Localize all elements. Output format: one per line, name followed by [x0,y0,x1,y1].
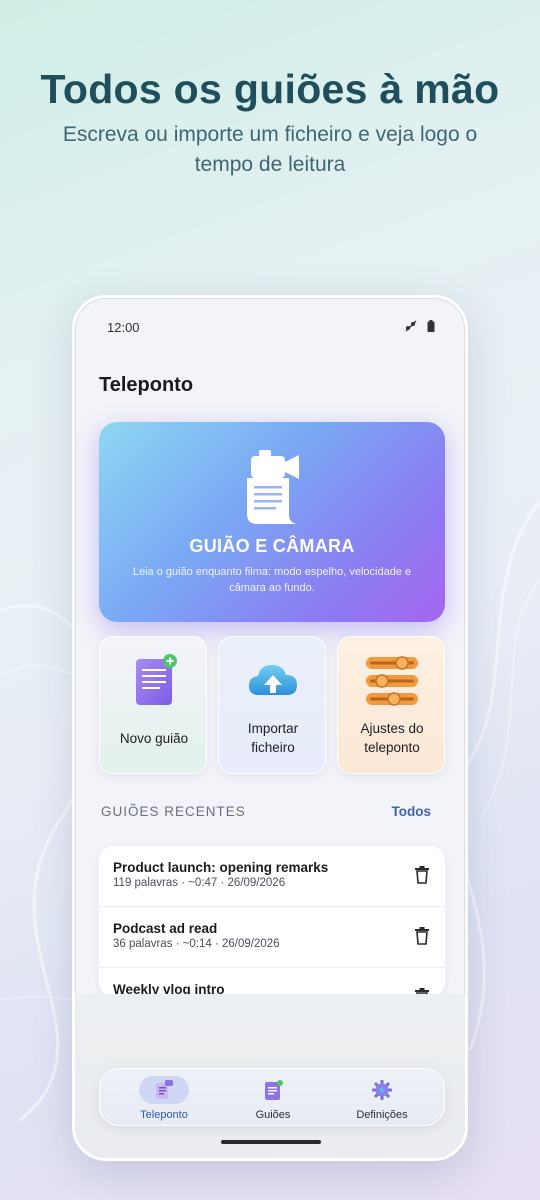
nav-scripts[interactable]: Guiões [223,1073,323,1123]
app-title: Teleponto [99,374,194,396]
list-item[interactable]: Podcast ad read 36 palavras · ~0:14 · 26… [99,907,445,968]
hero-description: Leia o guião enquanto filma: modo espelh… [132,566,412,594]
trash-icon[interactable] [415,927,429,945]
promo-subheadline: Escreva ou importe um ficheiro e veja lo… [62,123,478,176]
status-bar: 12:00 [107,320,435,338]
phone-frame: 12:00 Teleponto GUIÃO E CÂMARA Leia o gu… [72,295,468,1161]
script-meta: 36 palavras · ~0:14 · 26/09/2026 [113,938,280,950]
teleprompter-icon [156,1080,173,1099]
quick-actions: Novo guião Importar ficheiro Ajustes do … [99,636,445,774]
script-and-camera-card[interactable]: GUIÃO E CÂMARA Leia o guião enquanto fil… [99,422,445,622]
nav-teleprompter-label: Teleponto [140,1109,188,1121]
list-item[interactable]: Weekly vlog intro [99,968,445,996]
nav-settings[interactable]: Definições [332,1073,432,1123]
status-icons [405,320,435,332]
bottom-navigation: Teleponto Guiões Definições [99,1068,445,1126]
script-title: Podcast ad read [113,921,218,936]
status-time: 12:00 [107,320,140,335]
gear-icon [372,1080,392,1100]
battery-icon [427,320,435,332]
teleprompter-settings-label: Ajustes do teleponto [360,721,424,755]
nav-scripts-label: Guiões [255,1109,291,1121]
list-item[interactable]: Product launch: opening remarks 119 pala… [99,846,445,907]
new-script-icon [136,654,177,705]
promo-headline: Todos os guiões à mão [40,66,500,112]
scripts-icon [265,1080,283,1100]
trash-icon[interactable] [415,866,429,884]
signal-icon [405,320,417,332]
import-file-tile[interactable]: Importar ficheiro [218,636,326,774]
script-title: Product launch: opening remarks [113,860,329,875]
hero-title: GUIÃO E CÂMARA [189,536,355,556]
script-camera-icon [247,450,299,524]
sliders-icon [366,656,418,706]
script-meta: 119 palavras · ~0:47 · 26/09/2026 [113,877,286,889]
recent-scripts-list: Product launch: opening remarks 119 pala… [99,846,445,996]
cloud-upload-icon [249,665,297,695]
nav-teleprompter[interactable]: Teleponto [114,1073,214,1123]
home-indicator[interactable] [221,1140,321,1144]
import-file-label: Importar ficheiro [247,721,299,755]
new-script-label: Novo guião [119,731,189,746]
nav-settings-label: Definições [356,1109,408,1121]
recent-scripts-title: GUIÕES RECENTES [101,804,246,819]
teleprompter-settings-tile[interactable]: Ajustes do teleponto [337,636,445,774]
see-all-link[interactable]: Todos [392,804,432,819]
recent-scripts-header: GUIÕES RECENTES Todos [101,804,431,824]
new-script-tile[interactable]: Novo guião [99,636,207,774]
